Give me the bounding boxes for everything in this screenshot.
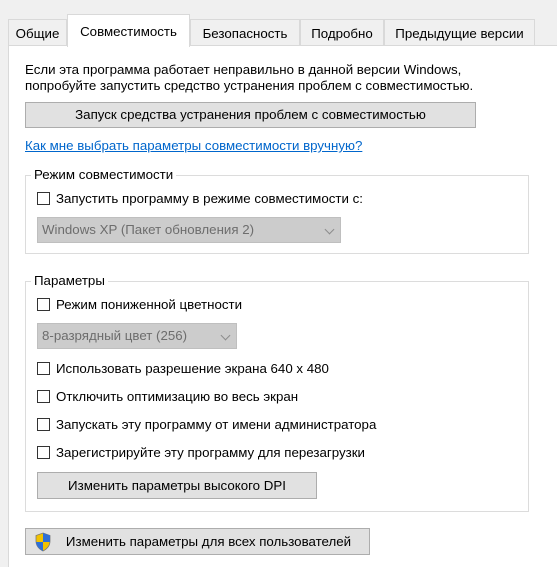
register-restart-label[interactable]: Зарегистрируйте эту программу для переза… (56, 445, 365, 461)
high-dpi-settings-button[interactable]: Изменить параметры высокого DPI (37, 472, 317, 499)
compat-mode-title: Режим совместимости (31, 167, 177, 183)
tab-details[interactable]: Подробно (300, 19, 384, 45)
run-troubleshooter-label: Запуск средства устранения проблем с сов… (75, 107, 426, 122)
run-as-admin-label[interactable]: Запускать эту программу от имени админис… (56, 417, 376, 433)
tab-previous-versions[interactable]: Предыдущие версии (384, 19, 535, 45)
compat-mode-checkbox[interactable] (37, 192, 50, 205)
disable-fullscreen-checkbox[interactable] (37, 390, 50, 403)
color-depth-select-value: 8-разрядный цвет (256) (42, 328, 188, 343)
tab-compatibility-label: Совместимость (80, 24, 177, 39)
tab-compatibility[interactable]: Совместимость (67, 14, 190, 47)
resolution-640-label[interactable]: Использовать разрешение экрана 640 x 480 (56, 361, 329, 377)
intro-line-2: попробуйте запустить средство устранения… (25, 78, 474, 93)
change-all-users-label: Изменить параметры для всех пользователе… (65, 534, 352, 549)
intro-text: Если эта программа работает неправильно … (25, 62, 525, 94)
tab-security-label: Безопасность (202, 26, 288, 41)
reduced-color-checkbox[interactable] (37, 298, 50, 311)
chevron-down-icon (324, 224, 335, 235)
high-dpi-settings-label: Изменить параметры высокого DPI (68, 478, 286, 493)
compat-os-select-value: Windows XP (Пакет обновления 2) (42, 222, 255, 237)
disable-fullscreen-label[interactable]: Отключить оптимизацию во весь экран (56, 389, 298, 405)
tab-security[interactable]: Безопасность (190, 19, 300, 45)
tab-general-label: Общие (15, 26, 60, 41)
manual-settings-help-link[interactable]: Как мне выбрать параметры совместимости … (25, 138, 362, 153)
run-as-admin-checkbox[interactable] (37, 418, 50, 431)
color-depth-select: 8-разрядный цвет (256) (37, 323, 237, 349)
uac-shield-icon (34, 532, 52, 552)
tab-general[interactable]: Общие (8, 19, 67, 45)
reduced-color-label[interactable]: Режим пониженной цветности (56, 297, 242, 313)
resolution-640-checkbox[interactable] (37, 362, 50, 375)
settings-title: Параметры (31, 273, 108, 289)
chevron-down-icon (220, 330, 231, 341)
tab-details-label: Подробно (311, 26, 373, 41)
tab-strip: Общие Совместимость Безопасность Подробн… (0, 14, 557, 47)
run-troubleshooter-button[interactable]: Запуск средства устранения проблем с сов… (25, 102, 476, 128)
intro-line-1: Если эта программа работает неправильно … (25, 62, 462, 77)
change-all-users-button[interactable]: Изменить параметры для всех пользователе… (25, 528, 370, 555)
compat-os-select: Windows XP (Пакет обновления 2) (37, 217, 341, 243)
register-restart-checkbox[interactable] (37, 446, 50, 459)
tab-previous-versions-label: Предыдущие версии (395, 26, 524, 41)
compat-mode-label[interactable]: Запустить программу в режиме совместимос… (56, 191, 363, 207)
